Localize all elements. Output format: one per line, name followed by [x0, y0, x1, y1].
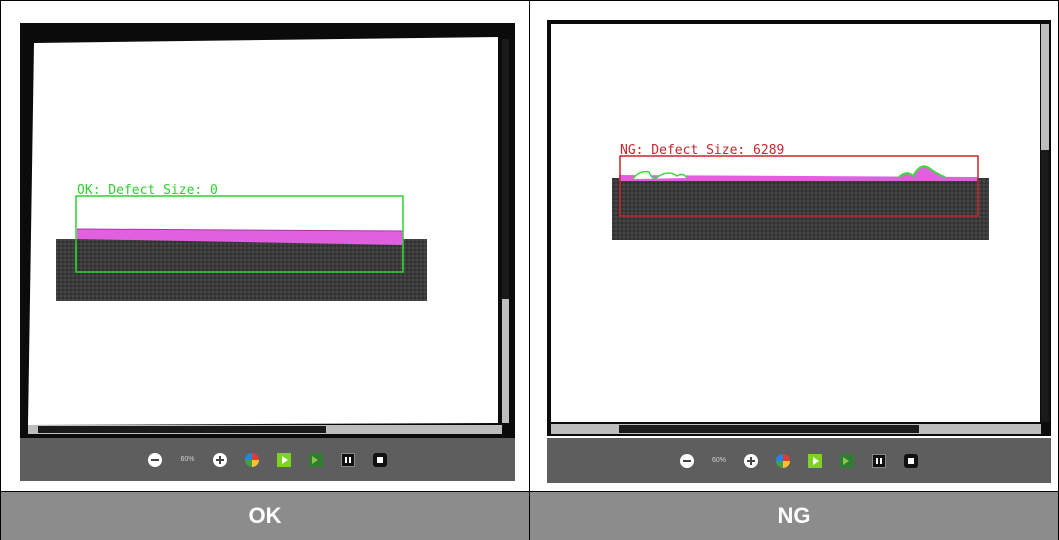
image-viewer-ok[interactable]: OK: Defect Size: 0: [20, 23, 515, 438]
zoom-out-icon[interactable]: [679, 453, 694, 468]
defect-size-label: NG: Defect Size: 6289: [620, 143, 784, 158]
pause-icon[interactable]: [872, 453, 886, 468]
ng-status-label: NG: [777, 503, 811, 528]
vertical-scroll-thumb[interactable]: [1041, 150, 1049, 422]
stop-icon[interactable]: [372, 452, 387, 467]
color-wheel-icon[interactable]: [244, 452, 259, 467]
step-icon[interactable]: [308, 452, 323, 467]
ng-status-bar: NG: [530, 492, 1058, 540]
inspection-image-ng: NG: Defect Size: 6289: [547, 20, 1051, 436]
stop-icon[interactable]: [904, 453, 918, 468]
zoom-in-icon[interactable]: [744, 453, 758, 468]
ok-status-label: OK: [248, 503, 282, 528]
horizontal-scroll-thumb[interactable]: [38, 426, 326, 433]
defect-size-label: OK: Defect Size: 0: [77, 183, 218, 198]
vertical-scroll-thumb[interactable]: [502, 39, 509, 299]
color-wheel-icon[interactable]: [776, 453, 790, 468]
play-icon[interactable]: [808, 453, 822, 468]
viewer-toolbar-ng: 60%: [547, 438, 1051, 483]
inspection-image-ok: OK: Defect Size: 0: [20, 23, 515, 438]
zoom-level: 60%: [180, 456, 195, 463]
play-icon[interactable]: [276, 452, 291, 467]
image-viewer-ng[interactable]: NG: Defect Size: 6289: [547, 20, 1051, 436]
zoom-out-icon[interactable]: [148, 452, 163, 467]
ok-panel: OK: Defect Size: 0 60%: [0, 1, 528, 491]
horizontal-scroll-thumb[interactable]: [619, 425, 919, 433]
ok-status-bar: OK: [1, 492, 529, 540]
zoom-in-icon[interactable]: [212, 452, 227, 467]
step-icon[interactable]: [840, 453, 854, 468]
ng-panel: NG: Defect Size: 6289 60%: [530, 1, 1058, 491]
viewer-toolbar-ok: 60%: [20, 438, 515, 481]
pause-icon[interactable]: [340, 452, 355, 467]
zoom-level: 60%: [711, 457, 726, 464]
